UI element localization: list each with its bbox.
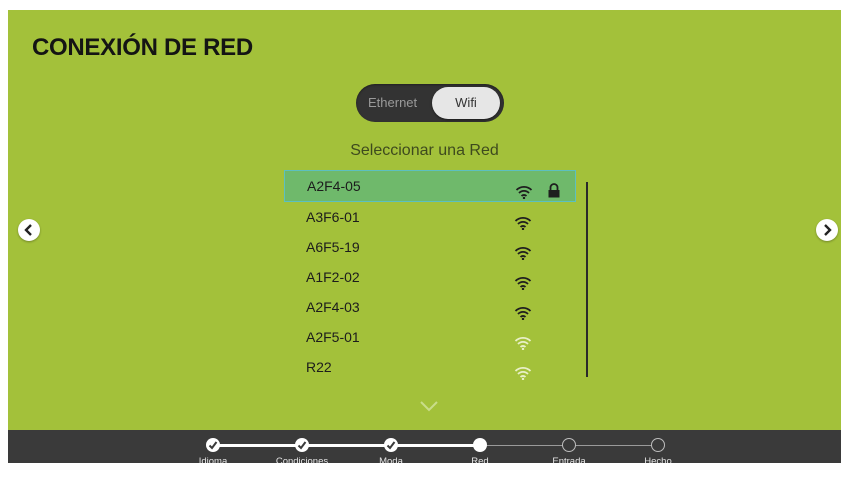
network-item[interactable]: R22: [284, 352, 576, 382]
network-item[interactable]: A2F4-05: [284, 170, 576, 202]
network-item[interactable]: A1F2-02: [284, 262, 576, 292]
step-label: Red: [471, 456, 489, 463]
check-icon: [386, 441, 396, 450]
progress-connector: [391, 444, 480, 447]
network-name: A1F2-02: [306, 269, 360, 285]
network-name: A2F4-05: [307, 178, 361, 194]
progress-connector: [213, 444, 302, 447]
progress-connector: [480, 445, 569, 446]
step-label: Condiciones: [275, 456, 329, 463]
network-item[interactable]: A2F4-03: [284, 292, 576, 322]
network-name: A3F6-01: [306, 209, 360, 225]
next-button[interactable]: [816, 219, 838, 241]
network-item[interactable]: A2F5-01: [284, 322, 576, 352]
check-icon: [208, 441, 218, 450]
chevron-left-icon: [24, 224, 32, 236]
network-list-heading: Seleccionar una Red: [350, 142, 499, 159]
step-todo-marker: [562, 438, 576, 452]
setup-progress-bar: Idioma Condiciones Moda Red Entrada Hecho: [8, 430, 841, 463]
page-title: CONEXIÓN DE RED: [32, 34, 253, 61]
step-done-marker: [295, 438, 309, 452]
wifi-icon: [514, 360, 532, 390]
network-list: A2F4-05 A3F6-01 A6F5-19 A1F2-02 A2F4-03 A2F5-…: [284, 170, 576, 382]
scrollbar[interactable]: [586, 182, 588, 377]
wifi-option[interactable]: Wifi: [432, 87, 500, 119]
step-label: Hecho: [644, 456, 672, 463]
network-name: R22: [306, 359, 332, 375]
step-label: Moda: [379, 456, 403, 463]
progress-connector: [569, 445, 658, 446]
network-type-toggle[interactable]: Ethernet Wifi: [356, 84, 504, 122]
previous-button[interactable]: [18, 219, 40, 241]
chevron-right-icon: [824, 224, 832, 236]
network-name: A2F4-03: [306, 299, 360, 315]
step-todo-marker: [651, 438, 665, 452]
network-name: A2F5-01: [306, 329, 360, 345]
network-name: A6F5-19: [306, 239, 360, 255]
ethernet-option[interactable]: Ethernet: [368, 84, 417, 122]
progress-connector: [302, 444, 391, 447]
step-done-marker: [384, 438, 398, 452]
network-item[interactable]: A6F5-19: [284, 232, 576, 262]
step-label: Idioma: [198, 456, 228, 463]
check-icon: [297, 441, 307, 450]
step-label: Entrada: [552, 456, 586, 463]
step-done-marker: [206, 438, 220, 452]
step-current-marker: [473, 438, 487, 452]
chevron-down-icon[interactable]: [419, 399, 439, 417]
network-item[interactable]: A3F6-01: [284, 202, 576, 232]
setup-screen: CONEXIÓN DE RED Ethernet Wifi Selecciona…: [8, 10, 841, 463]
